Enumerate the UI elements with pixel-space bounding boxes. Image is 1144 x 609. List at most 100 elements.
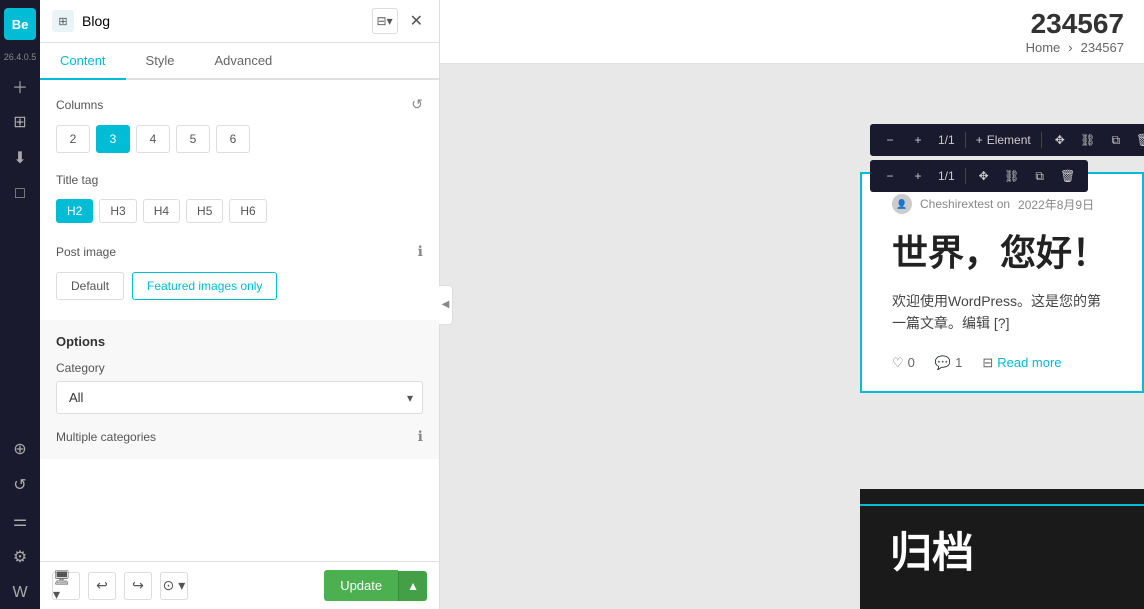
gear-icon[interactable]: ⚙ [4, 541, 36, 573]
et2-minus-btn[interactable]: − [878, 164, 902, 188]
wordpress-icon[interactable]: W [4, 577, 36, 609]
layout-icon[interactable]: ⊞ [4, 106, 36, 138]
left-sidebar: Be 26.4.0.5 ＋ ⊞ ⬇ □ ⊕ ↺ ⚌ ⚙ W [0, 0, 40, 609]
col-btn-6[interactable]: 6 [216, 125, 250, 153]
breadcrumb-current: 234567 [1081, 40, 1124, 55]
device-toggle-btn[interactable]: 🖥 ▾ [52, 572, 80, 600]
close-panel-button[interactable]: ✕ [406, 11, 427, 31]
redo-btn[interactable]: ↪ [124, 572, 152, 600]
blog-likes: ♡ 0 [892, 355, 915, 371]
layers-icon[interactable]: ⊕ [4, 433, 36, 465]
col-btn-2[interactable]: 2 [56, 125, 90, 153]
toolbar-left: 🖥 ▾ ↩ ↪ ⊙ ▾ [52, 572, 188, 600]
refresh-icon[interactable]: ↺ [4, 469, 36, 501]
sliders-icon[interactable]: ⚌ [4, 505, 36, 537]
breadcrumb-separator: › [1068, 40, 1072, 55]
blog-footer: ♡ 0 💬 1 ⊟ Read more [892, 355, 1112, 371]
version-badge: 26.4.0.5 [4, 52, 37, 62]
page-number: 234567 [460, 8, 1124, 40]
breadcrumb: Home › 234567 [460, 40, 1124, 55]
multiple-categories-row: Multiple categories ℹ [56, 428, 423, 445]
bottom-selection-line [860, 504, 1144, 506]
panel-body: Columns ↺ 2 3 4 5 6 Title tag H2 H3 H4 H… [40, 80, 439, 561]
tag-h2[interactable]: H2 [56, 199, 93, 223]
blog-date: 2022年8月9日 [1018, 196, 1094, 213]
post-image-default[interactable]: Default [56, 272, 124, 300]
undo-btn[interactable]: ↩ [88, 572, 116, 600]
category-select[interactable]: All [56, 381, 423, 414]
tag-h3[interactable]: H3 [99, 199, 136, 223]
breadcrumb-home[interactable]: Home [1026, 40, 1061, 55]
et-trash-btn[interactable]: 🗑 [1132, 128, 1144, 152]
panel-header-icon: ⊞ [52, 10, 74, 32]
panel-tabs: Content Style Advanced [40, 43, 439, 80]
et-element-label: Element [987, 133, 1031, 147]
read-more-link[interactable]: Read more [997, 355, 1061, 370]
settings-panel: ⊞ Blog ⊟▾ ✕ Content Style Advanced Colum… [40, 0, 440, 609]
et-copy-btn[interactable]: ⧉ [1104, 128, 1128, 152]
import-icon[interactable]: ⬇ [4, 142, 36, 174]
et2-move-btn[interactable]: ✥ [972, 164, 996, 188]
et2-fraction: 1/1 [934, 169, 959, 183]
update-button[interactable]: Update [324, 570, 398, 601]
brand-logo: Be [4, 8, 36, 40]
blog-excerpt: 欢迎使用WordPress。这是您的第一篇文章。编辑 [?] [892, 290, 1112, 335]
col-btn-3[interactable]: 3 [96, 125, 130, 153]
archive-section: 归档 [860, 489, 1144, 609]
heart-icon: ♡ [892, 355, 904, 371]
et2-trash-btn[interactable]: 🗑 [1056, 164, 1080, 188]
col-btn-4[interactable]: 4 [136, 125, 170, 153]
title-tag-header: Title tag [56, 173, 423, 187]
category-select-wrapper: All ▾ [56, 381, 423, 414]
multiple-categories-info-icon[interactable]: ℹ [418, 428, 423, 445]
et-divider-2 [1041, 132, 1042, 148]
post-image-header: Post image ℹ [56, 243, 423, 260]
template-icon[interactable]: □ [4, 178, 36, 210]
post-image-label: Post image [56, 245, 116, 259]
main-content: 234567 Home › 234567 + − + 1/1 + Element… [440, 0, 1144, 609]
tab-style[interactable]: Style [126, 43, 195, 80]
comments-count: 1 [955, 355, 962, 370]
columns-reset-icon[interactable]: ↺ [411, 96, 423, 113]
add-element-icon[interactable]: ＋ [4, 70, 36, 102]
author-avatar: 👤 [892, 194, 912, 214]
post-image-info-icon[interactable]: ℹ [418, 243, 423, 260]
et2-plus-btn[interactable]: + [906, 164, 930, 188]
tab-advanced[interactable]: Advanced [194, 43, 292, 80]
bookmark-icon: ⊟ [982, 355, 993, 371]
title-tag-section: Title tag H2 H3 H4 H5 H6 [56, 173, 423, 223]
screenshot-btn[interactable]: ⊙ ▾ [160, 572, 188, 600]
et-fraction: 1/1 [934, 133, 959, 147]
options-title: Options [56, 334, 423, 349]
et2-link-btn[interactable]: ⛓ [1000, 164, 1024, 188]
et-move-btn[interactable]: ✥ [1048, 128, 1072, 152]
likes-count: 0 [908, 355, 915, 370]
et-plus-icon: + [976, 133, 983, 147]
blog-author: Cheshirextest on [920, 197, 1010, 211]
et-link-btn[interactable]: ⛓ [1076, 128, 1100, 152]
et2-copy-btn[interactable]: ⧉ [1028, 164, 1052, 188]
columns-label: Columns [56, 98, 103, 112]
col-btn-5[interactable]: 5 [176, 125, 210, 153]
category-label: Category [56, 361, 423, 375]
et-minus-btn[interactable]: − [878, 128, 902, 152]
tag-h5[interactable]: H5 [186, 199, 223, 223]
post-image-section: Post image ℹ Default Featured images onl… [56, 243, 423, 300]
element-toolbar-2: − + 1/1 ✥ ⛓ ⧉ 🗑 [870, 160, 1088, 192]
title-tag-selector: H2 H3 H4 H5 H6 [56, 199, 423, 223]
columns-section-header: Columns ↺ [56, 96, 423, 113]
et2-divider [965, 168, 966, 184]
layout-select-btn[interactable]: ⊟▾ [372, 8, 398, 34]
columns-selector: 2 3 4 5 6 [56, 125, 423, 153]
tag-h4[interactable]: H4 [143, 199, 180, 223]
blog-read-more[interactable]: ⊟ Read more [982, 355, 1061, 371]
update-arrow-button[interactable]: ▲ [398, 571, 427, 601]
et-element-btn[interactable]: + Element [972, 133, 1035, 147]
panel-collapse-btn[interactable]: ◀ [439, 285, 453, 325]
et-plus-btn[interactable]: + [906, 128, 930, 152]
post-image-featured[interactable]: Featured images only [132, 272, 277, 300]
tag-h6[interactable]: H6 [229, 199, 266, 223]
multiple-categories-label: Multiple categories [56, 430, 156, 444]
tab-content[interactable]: Content [40, 43, 126, 80]
update-btn-wrapper: Update ▲ [324, 570, 427, 601]
